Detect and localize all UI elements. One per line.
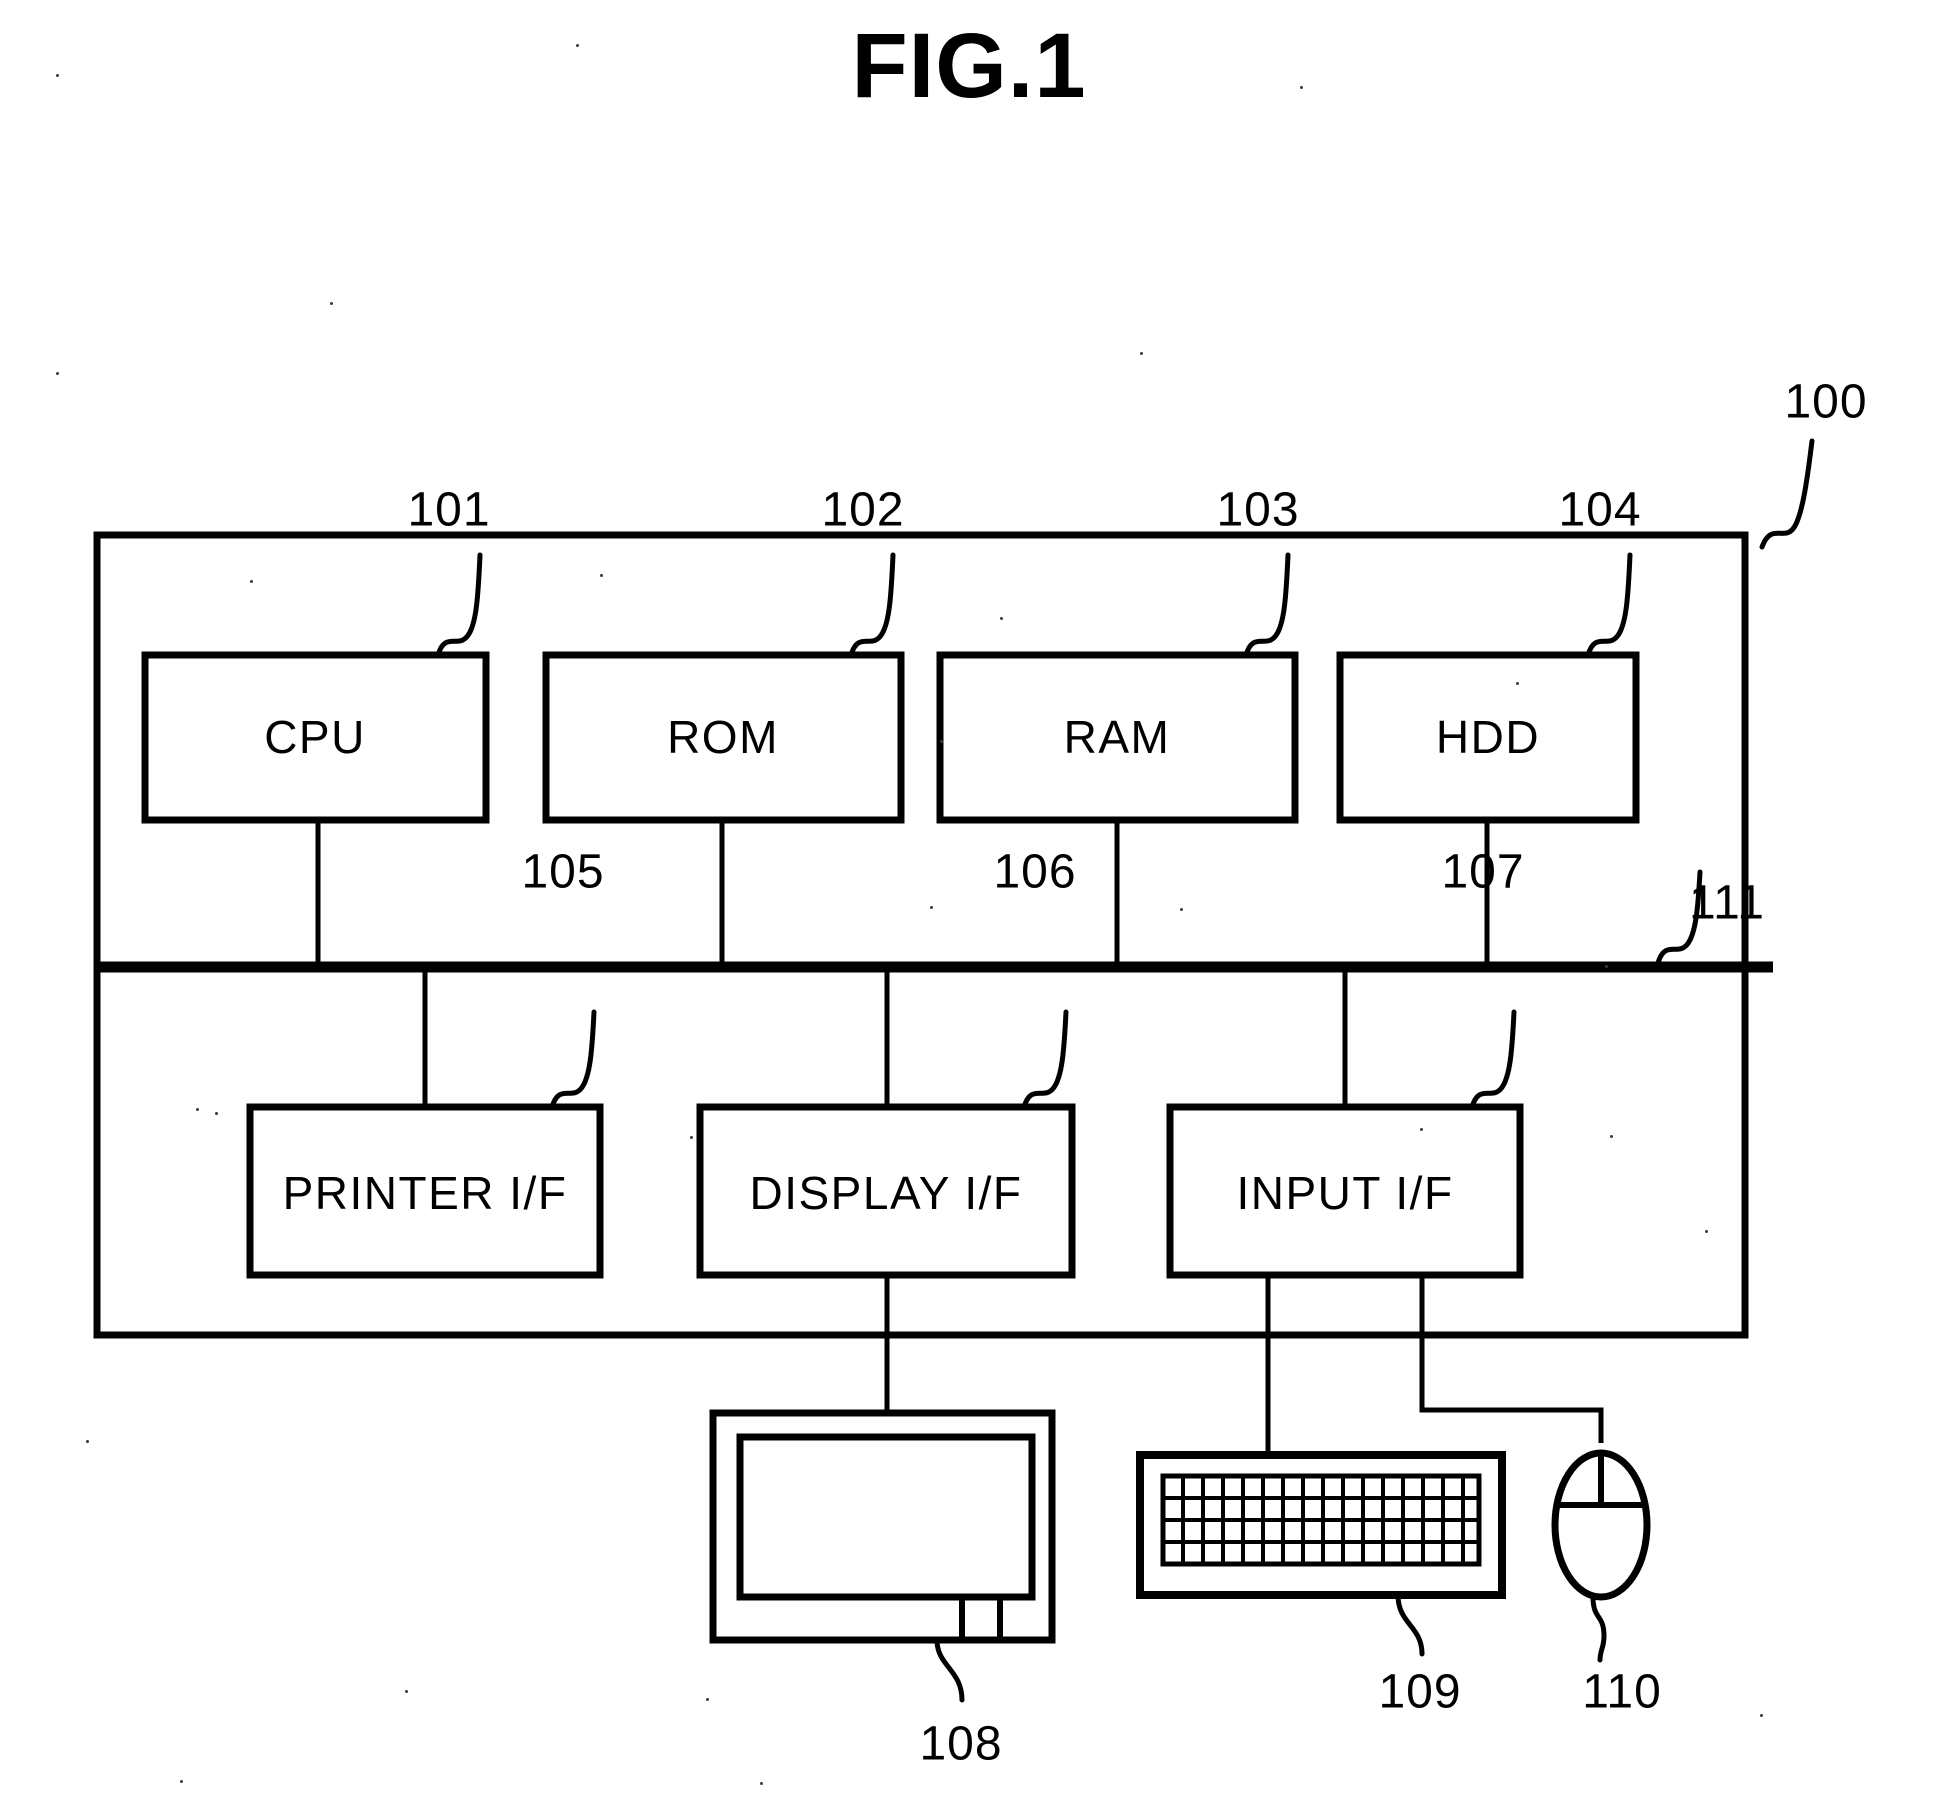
ref-109: 109 <box>1378 1665 1462 1719</box>
leader-106 <box>1021 1009 1069 1110</box>
scan-speck <box>1420 1128 1423 1131</box>
mouse-cable <box>1419 1275 1604 1443</box>
leader-110 <box>1590 1594 1607 1663</box>
rom-label: ROM <box>667 711 779 763</box>
ref-110: 110 <box>1582 1665 1662 1719</box>
scan-speck <box>600 574 603 577</box>
ref-103: 103 <box>1216 483 1300 537</box>
ref-108: 108 <box>919 1717 1003 1771</box>
leader-102 <box>848 552 896 658</box>
ref-106: 106 <box>993 845 1077 899</box>
ref-107: 107 <box>1441 845 1525 899</box>
scan-speck <box>330 302 333 305</box>
scan-speck <box>706 1698 709 1701</box>
leader-103 <box>1243 552 1291 658</box>
display-if-label: DISPLAY I/F <box>749 1167 1023 1219</box>
diagram-line-art <box>93 438 1815 1703</box>
ref-100: 100 <box>1784 375 1868 429</box>
ref-105: 105 <box>521 845 605 899</box>
scan-speck <box>56 372 59 375</box>
scan-speck <box>215 1112 218 1115</box>
scan-speck <box>1610 1135 1613 1138</box>
leader-101 <box>435 552 483 658</box>
monitor-screen <box>736 1433 1036 1601</box>
input-if-label: INPUT I/F <box>1236 1167 1454 1219</box>
scan-speck <box>940 740 943 743</box>
leader-105 <box>549 1009 597 1110</box>
scan-speck <box>196 1108 199 1111</box>
leader-109 <box>1395 1592 1425 1657</box>
scan-speck <box>1760 1714 1763 1717</box>
leader-107 <box>1469 1009 1517 1110</box>
scan-speck <box>1140 352 1143 355</box>
scan-speck <box>690 1136 693 1139</box>
scan-speck <box>930 906 933 909</box>
ram-label: RAM <box>1063 711 1171 763</box>
scan-speck <box>1300 86 1303 89</box>
leader-100 <box>1759 438 1815 550</box>
scan-speck <box>405 1690 408 1693</box>
scan-speck <box>86 1440 89 1443</box>
scan-speck <box>56 74 59 77</box>
printer-if-label: PRINTER I/F <box>282 1167 568 1219</box>
hdd-label: HDD <box>1435 711 1541 763</box>
ref-104: 104 <box>1558 483 1642 537</box>
ref-101: 101 <box>407 483 491 537</box>
scan-speck <box>1705 1230 1708 1233</box>
scan-speck <box>180 1780 183 1783</box>
scan-speck <box>1516 682 1519 685</box>
ref-102: 102 <box>821 483 905 537</box>
leader-108 <box>934 1637 965 1703</box>
scan-speck <box>760 1782 763 1785</box>
scan-speck <box>1605 965 1608 968</box>
cpu-label: CPU <box>264 711 366 763</box>
scan-speck <box>250 580 253 583</box>
scan-speck <box>1180 908 1183 911</box>
scan-speck <box>1000 617 1003 620</box>
scan-speck <box>576 44 579 47</box>
ref-111: 111 <box>1689 876 1765 930</box>
leader-104 <box>1585 552 1633 658</box>
figure-page: FIG.1 CPU ROM RAM HDD PRINTER I/F DISPLA… <box>0 0 1938 1815</box>
